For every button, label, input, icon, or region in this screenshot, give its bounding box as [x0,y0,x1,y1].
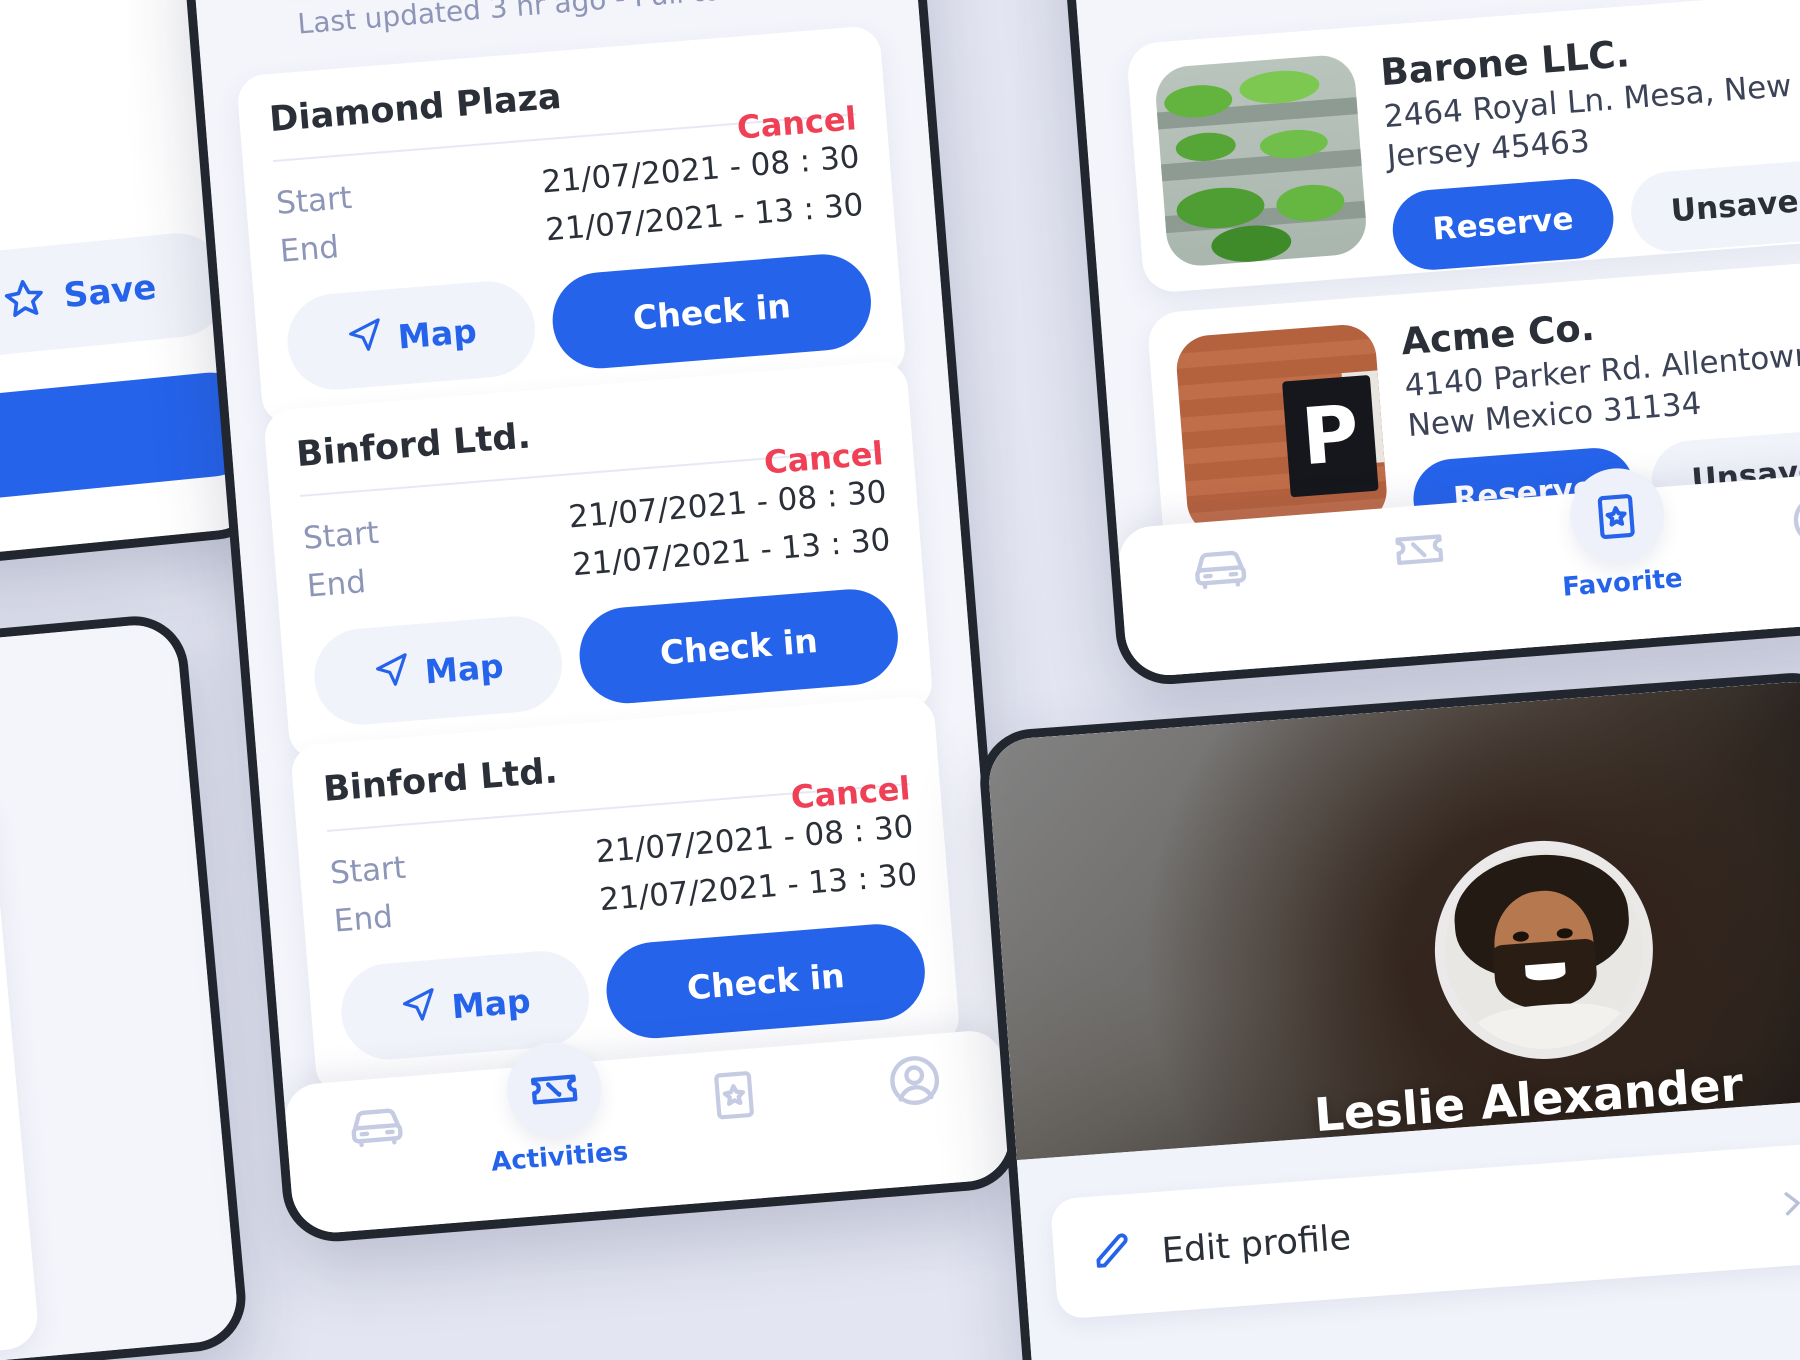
nav-item-activities[interactable] [1357,517,1482,592]
reserve-button[interactable]: Reserve [1389,176,1617,273]
nav-item-favorite[interactable]: Favorite [1557,464,1684,603]
phone-mockup-activities: Upcoming History Last updated 3 hr ago -… [179,0,1023,1246]
star-icon [0,274,48,326]
activities-screen: Upcoming History Last updated 3 hr ago -… [189,0,1013,1236]
nav-item-profile[interactable] [1756,486,1800,563]
send-arrow-icon [398,985,440,1034]
map-button-label: Map [396,310,478,357]
send-arrow-icon [344,315,386,364]
nav-item-car[interactable] [314,1090,439,1167]
check-in-button[interactable]: Check in [575,585,902,707]
start-label: Start [301,514,381,557]
profile-icon [883,1049,946,1115]
favorite-icon [705,1064,766,1128]
favorite-card: Barone LLC. 2464 Royal Ln. Mesa, New Jer… [1125,0,1800,294]
detail-card: detail 3 : 30 3 : 30 ours [0,788,41,1360]
map-button[interactable]: Map [310,612,566,729]
booking-values: 21/07/2021 - 08 : 30 21/07/2021 - 13 : 3… [567,468,892,589]
phone-mockup-favorites: Barone LLC. 2464 Royal Ln. Mesa, New Jer… [1050,0,1800,689]
user-avatar-photo [1438,844,1650,1056]
booking-labels: Start End [274,174,357,276]
favorites-screen: Barone LLC. 2464 Royal Ln. Mesa, New Jer… [1060,0,1800,679]
chevron-right-icon [1773,1185,1800,1225]
end-label: End [332,898,395,940]
booking-values: 21/07/2021 - 08 : 30 21/07/2021 - 13 : 3… [540,133,865,254]
menu-item-edit-profile[interactable]: Edit profile [1049,1141,1800,1320]
send-arrow-icon [371,650,413,699]
parking-thumbnail-green-garage [1153,53,1369,269]
profile-screen: Leslie Alexander Edit profile [986,678,1800,1360]
menu-item-label: Edit profile [1160,1217,1353,1272]
detail-list-screen: detail 3 : 30 3 : 30 ours [0,621,241,1360]
end-label: End [305,564,368,605]
booking-card: Diamond Plaza Cancel Start End 21/07/202… [235,25,907,426]
map-button-label: Map [450,980,532,1026]
parking-letter-p: P [1282,374,1379,498]
check-in-button[interactable]: Check in [602,920,929,1042]
booking-values: 21/07/2021 - 08 : 30 21/07/2021 - 13 : 3… [594,803,919,924]
start-label: Start [328,849,408,892]
map-button-label: Map [423,645,505,692]
ticket-icon [1389,520,1449,584]
save-button-label: Save [61,267,159,317]
phone-mockup-spot-detail-bottom: detail 3 : 30 3 : 30 ours [0,611,251,1360]
map-button[interactable]: Map [283,277,539,394]
booking-card: Binford Ltd. Cancel Start End 21/07/2021… [289,694,961,1096]
booking-card: Binford Ltd. Cancel Start End 21/07/2021… [262,359,934,761]
favorite-info: Barone LLC. 2464 Royal Ln. Mesa, New Jer… [1379,14,1800,273]
phone-mockup-profile: Leslie Alexander Edit profile [976,669,1800,1360]
end-label: End [278,229,341,270]
booking-labels: Start End [328,844,411,946]
profile-icon [1787,489,1800,555]
nav-item-activities[interactable]: Activities [490,1038,629,1178]
booking-labels: Start End [301,509,384,611]
nav-label-activities: Activities [490,1136,630,1178]
design-showcase-canvas: isabled spot ecurity guard Save detail [0,0,1800,1360]
nav-item-car[interactable] [1158,532,1283,609]
car-icon [1189,535,1252,601]
car-icon [345,1093,408,1159]
check-in-button[interactable]: Check in [548,250,875,373]
nav-label-favorite: Favorite [1561,563,1684,603]
avatar [1437,843,1650,1056]
save-button[interactable]: Save [0,228,234,362]
start-label: Start [274,179,354,222]
pencil-icon [1086,1229,1136,1282]
nav-item-profile[interactable] [853,1047,978,1124]
parking-thumbnail-brick-sign: P [1174,322,1390,538]
save-state-button[interactable]: Unsaved [1628,157,1800,255]
nav-item-favorite[interactable] [673,1061,798,1136]
